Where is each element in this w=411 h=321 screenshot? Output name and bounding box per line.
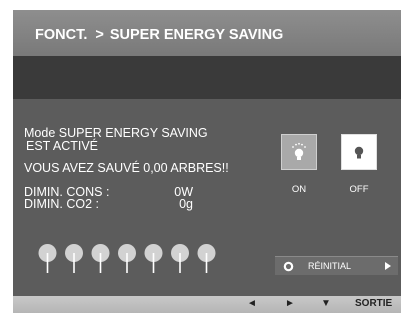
off-button[interactable] [341, 134, 377, 170]
right-key-icon[interactable]: ► [285, 298, 295, 310]
down-key-icon[interactable]: ▼ [321, 298, 331, 310]
trees-saved-message: VOUS AVEZ SAUVÉ 0,00 ARBRES!! [24, 161, 229, 175]
tree-icon [38, 244, 57, 273]
breadcrumb: FONCT. > SUPER ENERGY SAVING [35, 27, 283, 43]
breadcrumb-section: SUPER ENERGY SAVING [109, 27, 284, 43]
content-area: Mode SUPER ENERGY SAVING EST ACTIVÉ VOUS… [13, 99, 401, 300]
left-key-icon[interactable]: ◄ [247, 298, 257, 310]
saved-trees-indicator [38, 244, 216, 273]
tree-icon [144, 244, 163, 273]
title-bar: FONCT. > SUPER ENERGY SAVING [13, 10, 401, 56]
co2-reduction-value: 0g [179, 197, 193, 211]
tree-icon [91, 244, 110, 273]
arrow-right-icon [385, 262, 391, 270]
tree-icon [197, 244, 216, 273]
bulb-off-icon [354, 146, 364, 159]
tree-icon [65, 244, 83, 273]
footer-bar [13, 296, 401, 313]
bulb-on-icon [292, 142, 306, 160]
tree-icon [171, 244, 189, 273]
breadcrumb-separator: > [95, 27, 104, 43]
breadcrumb-menu: FONCT. [35, 27, 88, 43]
reset-label: RÉINITIAL [308, 261, 352, 271]
exit-button[interactable]: SORTIE [355, 298, 392, 310]
off-label: OFF [349, 184, 369, 195]
osd-menu-panel: FONCT. > SUPER ENERGY SAVING Mode SUPER EN… [13, 10, 401, 313]
header-band [13, 56, 401, 99]
on-button[interactable] [281, 134, 317, 170]
on-label: ON [291, 184, 307, 195]
co2-reduction-label: DIMIN. CO2 : [24, 197, 100, 211]
reset-button[interactable]: RÉINITIAL [275, 256, 398, 275]
reset-ring-icon [283, 261, 294, 271]
status-active-line: EST ACTIVÉ [26, 139, 99, 153]
status-mode-line: Mode SUPER ENERGY SAVING [24, 126, 208, 140]
tree-icon [118, 244, 136, 273]
